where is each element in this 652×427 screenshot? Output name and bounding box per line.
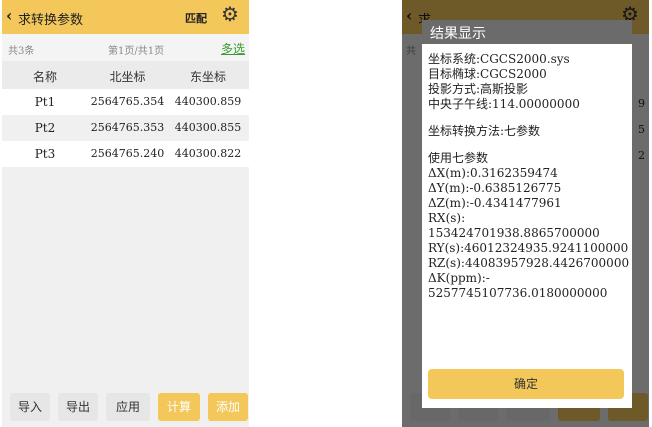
add-button[interactable]: 添加 [208, 393, 248, 421]
cell-east: 440300.855 [174, 121, 242, 134]
cell-east: 440300.822 [174, 147, 242, 160]
cell-north: 2564765.354 [90, 95, 165, 108]
info-bar: 共3条 第1页/共1页 多选 [2, 34, 249, 61]
dialog-header: 结果显示 [422, 20, 632, 44]
gear-icon[interactable]: ⚙ [221, 4, 239, 24]
cell-east: 440300.859 [174, 95, 242, 108]
apply-button[interactable]: 应用 [106, 393, 150, 421]
cell-name: Pt2 [34, 121, 56, 135]
param-line: 5257745107736.0180000000 [428, 286, 608, 300]
calculate-button[interactable]: 计算 [158, 393, 200, 421]
cell-name: Pt1 [34, 95, 56, 109]
param-line: ΔY(m):-0.6385126775 [428, 181, 562, 195]
param-line: 使用七参数 [428, 151, 489, 165]
page-title: 求转换参数 [18, 13, 84, 28]
table-row[interactable]: Pt1 2564765.354 440300.859 [2, 89, 249, 115]
left-screen: ‹ 求转换参数 匹配 ⚙ 共3条 第1页/共1页 多选 名称 北坐标 东坐标 P… [2, 0, 249, 427]
param-line: 153424701938.8865700000 [428, 226, 600, 240]
dialog-title: 结果显示 [430, 26, 486, 42]
table-row[interactable]: Pt2 2564765.353 440300.855 [2, 115, 249, 141]
result-dialog: 结果显示 坐标系统:CGCS2000.sys 目标椭球:CGCS2000 投影方… [422, 20, 632, 408]
cell-north: 2564765.240 [90, 147, 165, 160]
top-bar: ‹ 求转换参数 匹配 ⚙ [2, 0, 249, 34]
back-icon[interactable]: ‹ [6, 6, 12, 25]
column-header-east: 东坐标 [189, 70, 226, 84]
column-header-name: 名称 [32, 70, 57, 84]
cell-north: 2564765.353 [90, 121, 165, 134]
info-line: 坐标系统:CGCS2000.sys [428, 52, 570, 66]
ok-button[interactable]: 确定 [428, 369, 624, 399]
param-line: ΔZ(m):-0.4341477961 [428, 196, 562, 210]
page-indicator: 第1页/共1页 [108, 46, 165, 57]
dialog-body: 坐标系统:CGCS2000.sys 目标椭球:CGCS2000 投影方式:高斯投… [428, 52, 630, 301]
import-button[interactable]: 导入 [10, 393, 50, 421]
info-line: 中央子午线:114.00000000 [428, 97, 580, 111]
match-button[interactable]: 匹配 [185, 10, 207, 26]
info-line: 目标椭球:CGCS2000 [428, 67, 547, 81]
param-line: RY(s):46012324935.9241100000 [428, 241, 629, 255]
export-button[interactable]: 导出 [58, 393, 98, 421]
param-line: ΔK(ppm):- [428, 271, 490, 285]
table-row[interactable]: Pt3 2564765.240 440300.822 [2, 141, 249, 167]
param-line: RZ(s):44083957928.4426700000 [428, 256, 630, 270]
table-header: 名称 北坐标 东坐标 [2, 61, 249, 89]
param-line: ΔX(m):0.3162359474 [428, 166, 558, 180]
record-count: 共3条 [8, 46, 35, 57]
multi-select-link[interactable]: 多选 [221, 40, 245, 57]
info-line: 投影方式:高斯投影 [428, 82, 529, 96]
param-line: RX(s): [428, 211, 466, 225]
method-line: 坐标转换方法:七参数 [428, 124, 541, 138]
column-header-north: 北坐标 [109, 70, 146, 84]
bottom-button-bar: 导入 导出 应用 计算 添加 [2, 388, 249, 427]
cell-name: Pt3 [34, 147, 56, 161]
right-screen: ‹ 求 ⚙ 共 9 5 2 结果显示 坐标系统:CGCS2000.sys 目标椭… [402, 0, 649, 427]
